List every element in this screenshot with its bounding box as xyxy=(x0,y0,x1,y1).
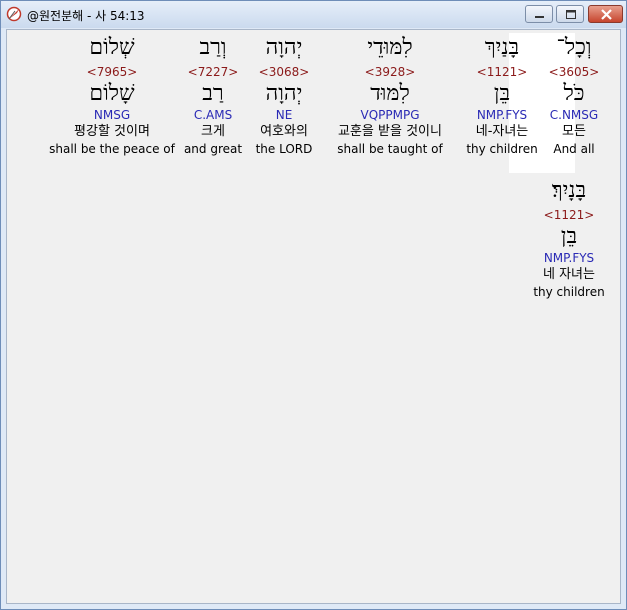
word-column[interactable]: שְׁלוֹם <7965> שָׁלוֹם NMSG 평강할 것이며 shal… xyxy=(12,33,212,157)
english-gloss: thy children xyxy=(533,285,605,299)
lemma: בֵּן xyxy=(560,224,578,249)
morphology-code: NMSG xyxy=(93,108,131,122)
window-title: @원전분해 - 사 54:13 xyxy=(27,9,145,23)
close-icon xyxy=(601,9,612,20)
korean-gloss: 평강할 것이며 xyxy=(74,124,150,139)
strong-number[interactable]: <7965> xyxy=(12,65,212,80)
korean-gloss: 네 자녀는 xyxy=(543,267,595,282)
app-window: @원전분해 - 사 54:13 וְכָל־ <3605> כֹּל C.NMS… xyxy=(0,0,627,610)
hebrew-word: שְׁלוֹם xyxy=(89,35,135,60)
maximize-button[interactable] xyxy=(556,5,584,23)
strong-number[interactable]: <1121> xyxy=(469,208,627,223)
lemma: שָׁלוֹם xyxy=(89,81,135,106)
title-bar[interactable]: @원전분해 - 사 54:13 xyxy=(1,1,626,28)
minimize-button[interactable] xyxy=(525,5,553,23)
close-button[interactable] xyxy=(588,5,623,23)
morphology-code: NMP.FYS xyxy=(543,251,595,265)
word-column[interactable]: בָּנָיִךְ׃ <1121> בֵּן NMP.FYS 네 자녀는 thy… xyxy=(469,176,627,300)
hebrew-word: בָּנָיִךְ׃ xyxy=(551,178,587,203)
interlinear-pane[interactable]: וְכָל־ <3605> כֹּל C.NMSG 모든 And all בָּ… xyxy=(6,29,621,604)
maximize-icon xyxy=(566,10,576,19)
compass-icon[interactable] xyxy=(6,6,22,22)
minimize-icon xyxy=(535,16,544,18)
english-gloss: shall be the peace of xyxy=(49,142,175,156)
